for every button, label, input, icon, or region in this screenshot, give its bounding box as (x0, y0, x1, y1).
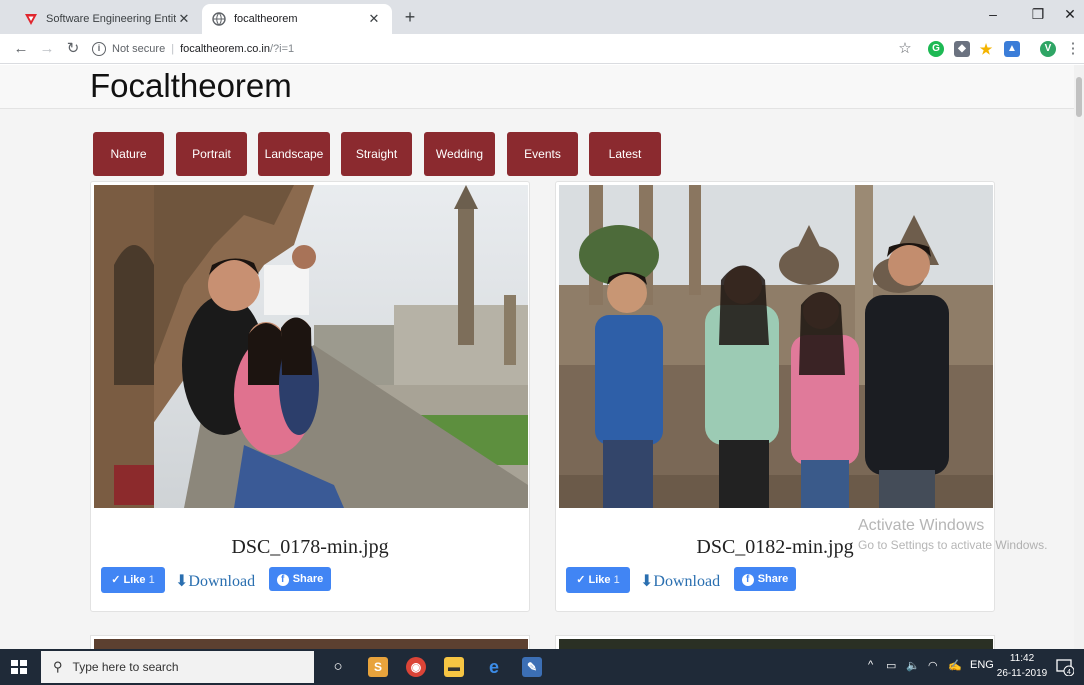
like-label: Like (588, 574, 611, 586)
watermark-subtitle: Go to Settings to activate Windows. (858, 538, 1048, 552)
taskbar-search-input[interactable]: ⚲ Type here to search (41, 651, 314, 683)
grammarly-extension-icon[interactable]: G (928, 41, 944, 57)
browser-toolbar: ← → ↻ i Not secure | focaltheorem.co.in /… (0, 34, 1084, 64)
bookmark-star-icon[interactable]: ☆ (894, 38, 916, 60)
like-count: 1 (148, 574, 155, 586)
photo-image[interactable] (559, 639, 993, 649)
category-button-latest[interactable]: Latest (589, 132, 661, 176)
check-icon: ✓ (111, 574, 121, 586)
download-link[interactable]: ⬇Download (175, 571, 255, 591)
share-button[interactable]: f Share (269, 567, 331, 591)
watermark-title: Activate Windows (858, 517, 985, 534)
photo-caption: DSC_0178-min.jpg (231, 536, 389, 558)
window-close-icon[interactable]: ✕ (1052, 0, 1084, 30)
notepad-app-icon[interactable]: ✎ (522, 657, 542, 677)
pen-icon[interactable]: ✍ (948, 659, 962, 672)
download-label: Download (653, 573, 721, 590)
photo-card-partial (90, 635, 530, 649)
profile-avatar[interactable]: V (1040, 41, 1056, 57)
info-icon[interactable]: i (92, 42, 106, 56)
site-brand[interactable]: Focaltheorem (90, 67, 292, 105)
browser-tab-active[interactable]: focaltheorem ✕ (202, 4, 392, 34)
download-icon: ⬇ (640, 573, 654, 590)
category-button-nature[interactable]: Nature (93, 132, 164, 176)
download-extension-icon[interactable]: ▲ (1004, 41, 1020, 57)
url-host: focaltheorem.co.in (180, 43, 270, 55)
photo-card: DSC_0178-min.jpg ✓ Like 1 ⬇Download f Sha… (90, 181, 530, 612)
reload-icon[interactable]: ↻ (62, 38, 84, 60)
edge-app-icon[interactable]: e (484, 657, 504, 677)
category-button-straight[interactable]: Straight (341, 132, 412, 176)
category-button-portrait[interactable]: Portrait (176, 132, 247, 176)
tab-title: focaltheorem (234, 13, 298, 25)
like-button[interactable]: ✓ Like 1 (101, 567, 165, 593)
speaker-extension-icon[interactable]: ◆ (954, 41, 970, 57)
category-button-events[interactable]: Events (507, 132, 578, 176)
address-separator: | (171, 43, 175, 55)
facebook-icon: f (276, 574, 289, 586)
share-label: Share (292, 573, 324, 585)
new-tab-button[interactable]: + (398, 6, 422, 30)
wifi-icon[interactable]: ◠ (928, 659, 938, 672)
share-button[interactable]: f Share (734, 567, 796, 591)
sublime-app-icon[interactable]: S (368, 657, 388, 677)
page-scrollbar[interactable] (1074, 65, 1084, 649)
taskbar-clock[interactable]: 11:42 26-11-2019 (996, 651, 1048, 681)
check-icon: ✓ (576, 574, 586, 586)
notification-count: 4 (1067, 669, 1071, 676)
photo-card-partial (555, 635, 995, 649)
photo-image[interactable] (559, 185, 993, 508)
photo-image[interactable] (94, 185, 528, 508)
category-button-wedding[interactable]: Wedding (424, 132, 495, 176)
facebook-icon: f (741, 574, 754, 586)
page-viewport: Focaltheorem Nature Portrait Landscape S… (0, 65, 1074, 649)
language-indicator[interactable]: ENG (970, 659, 994, 671)
tray-chevron-icon[interactable]: ^ (868, 659, 873, 671)
forward-arrow-icon[interactable]: → (36, 38, 58, 60)
tab-title: Software Engineering Entity-Rela (46, 13, 176, 25)
cortana-icon[interactable]: ○ (328, 657, 348, 677)
restore-icon[interactable]: ❐ (1020, 0, 1056, 30)
star-extension-icon[interactable]: ★ (978, 41, 994, 57)
menu-kebab-icon[interactable]: ⋮ (1062, 38, 1084, 60)
volume-icon[interactable]: 🔈 (906, 659, 920, 672)
site-header: Focaltheorem (0, 65, 1074, 109)
photo-dsc0178 (94, 185, 528, 508)
search-icon: ⚲ (53, 659, 63, 674)
address-bar[interactable]: i Not secure | focaltheorem.co.in/?i=1 (92, 37, 886, 61)
vivaldi-favicon-icon (25, 14, 37, 25)
like-label: Like (123, 574, 146, 586)
security-label: Not secure (112, 43, 166, 55)
download-link[interactable]: ⬇Download (640, 571, 720, 591)
clock-date: 26-11-2019 (996, 668, 1048, 679)
windows-start-icon[interactable] (8, 656, 30, 678)
photo-dsc0182 (559, 185, 993, 508)
activate-windows-watermark: Activate Windows Go to Settings to activ… (858, 517, 1047, 552)
like-button[interactable]: ✓ Like 1 (566, 567, 630, 593)
globe-favicon-icon (212, 12, 226, 26)
windows-taskbar: ⚲ Type here to search ○ S ◉ ▬ e ✎ ^ ▭ 🔈 … (0, 649, 1084, 685)
browser-tab-strip: Software Engineering Entity-Rela ✕ focal… (0, 0, 1084, 34)
photo-image[interactable] (94, 639, 528, 649)
chrome-app-icon[interactable]: ◉ (406, 657, 426, 677)
minimize-icon[interactable]: – (975, 0, 1011, 30)
like-count: 1 (613, 574, 620, 586)
download-icon: ⬇ (175, 573, 189, 590)
category-button-landscape[interactable]: Landscape (258, 132, 330, 176)
browser-tab-inactive[interactable]: Software Engineering Entity-Rela ✕ (14, 4, 202, 34)
tab-close-icon[interactable]: ✕ (176, 11, 192, 27)
download-label: Download (188, 573, 256, 590)
taskbar-search-placeholder: Type here to search (72, 660, 179, 674)
notification-center-icon[interactable]: 4 (1056, 658, 1074, 676)
back-arrow-icon[interactable]: ← (10, 38, 32, 60)
share-label: Share (757, 573, 789, 585)
scrollbar-thumb[interactable] (1076, 77, 1082, 117)
battery-icon[interactable]: ▭ (886, 659, 896, 672)
url-path: /?i=1 (269, 43, 295, 55)
clock-time: 11:42 (1009, 653, 1035, 664)
tab-close-icon[interactable]: ✕ (366, 11, 382, 27)
file-explorer-icon[interactable]: ▬ (444, 657, 464, 677)
